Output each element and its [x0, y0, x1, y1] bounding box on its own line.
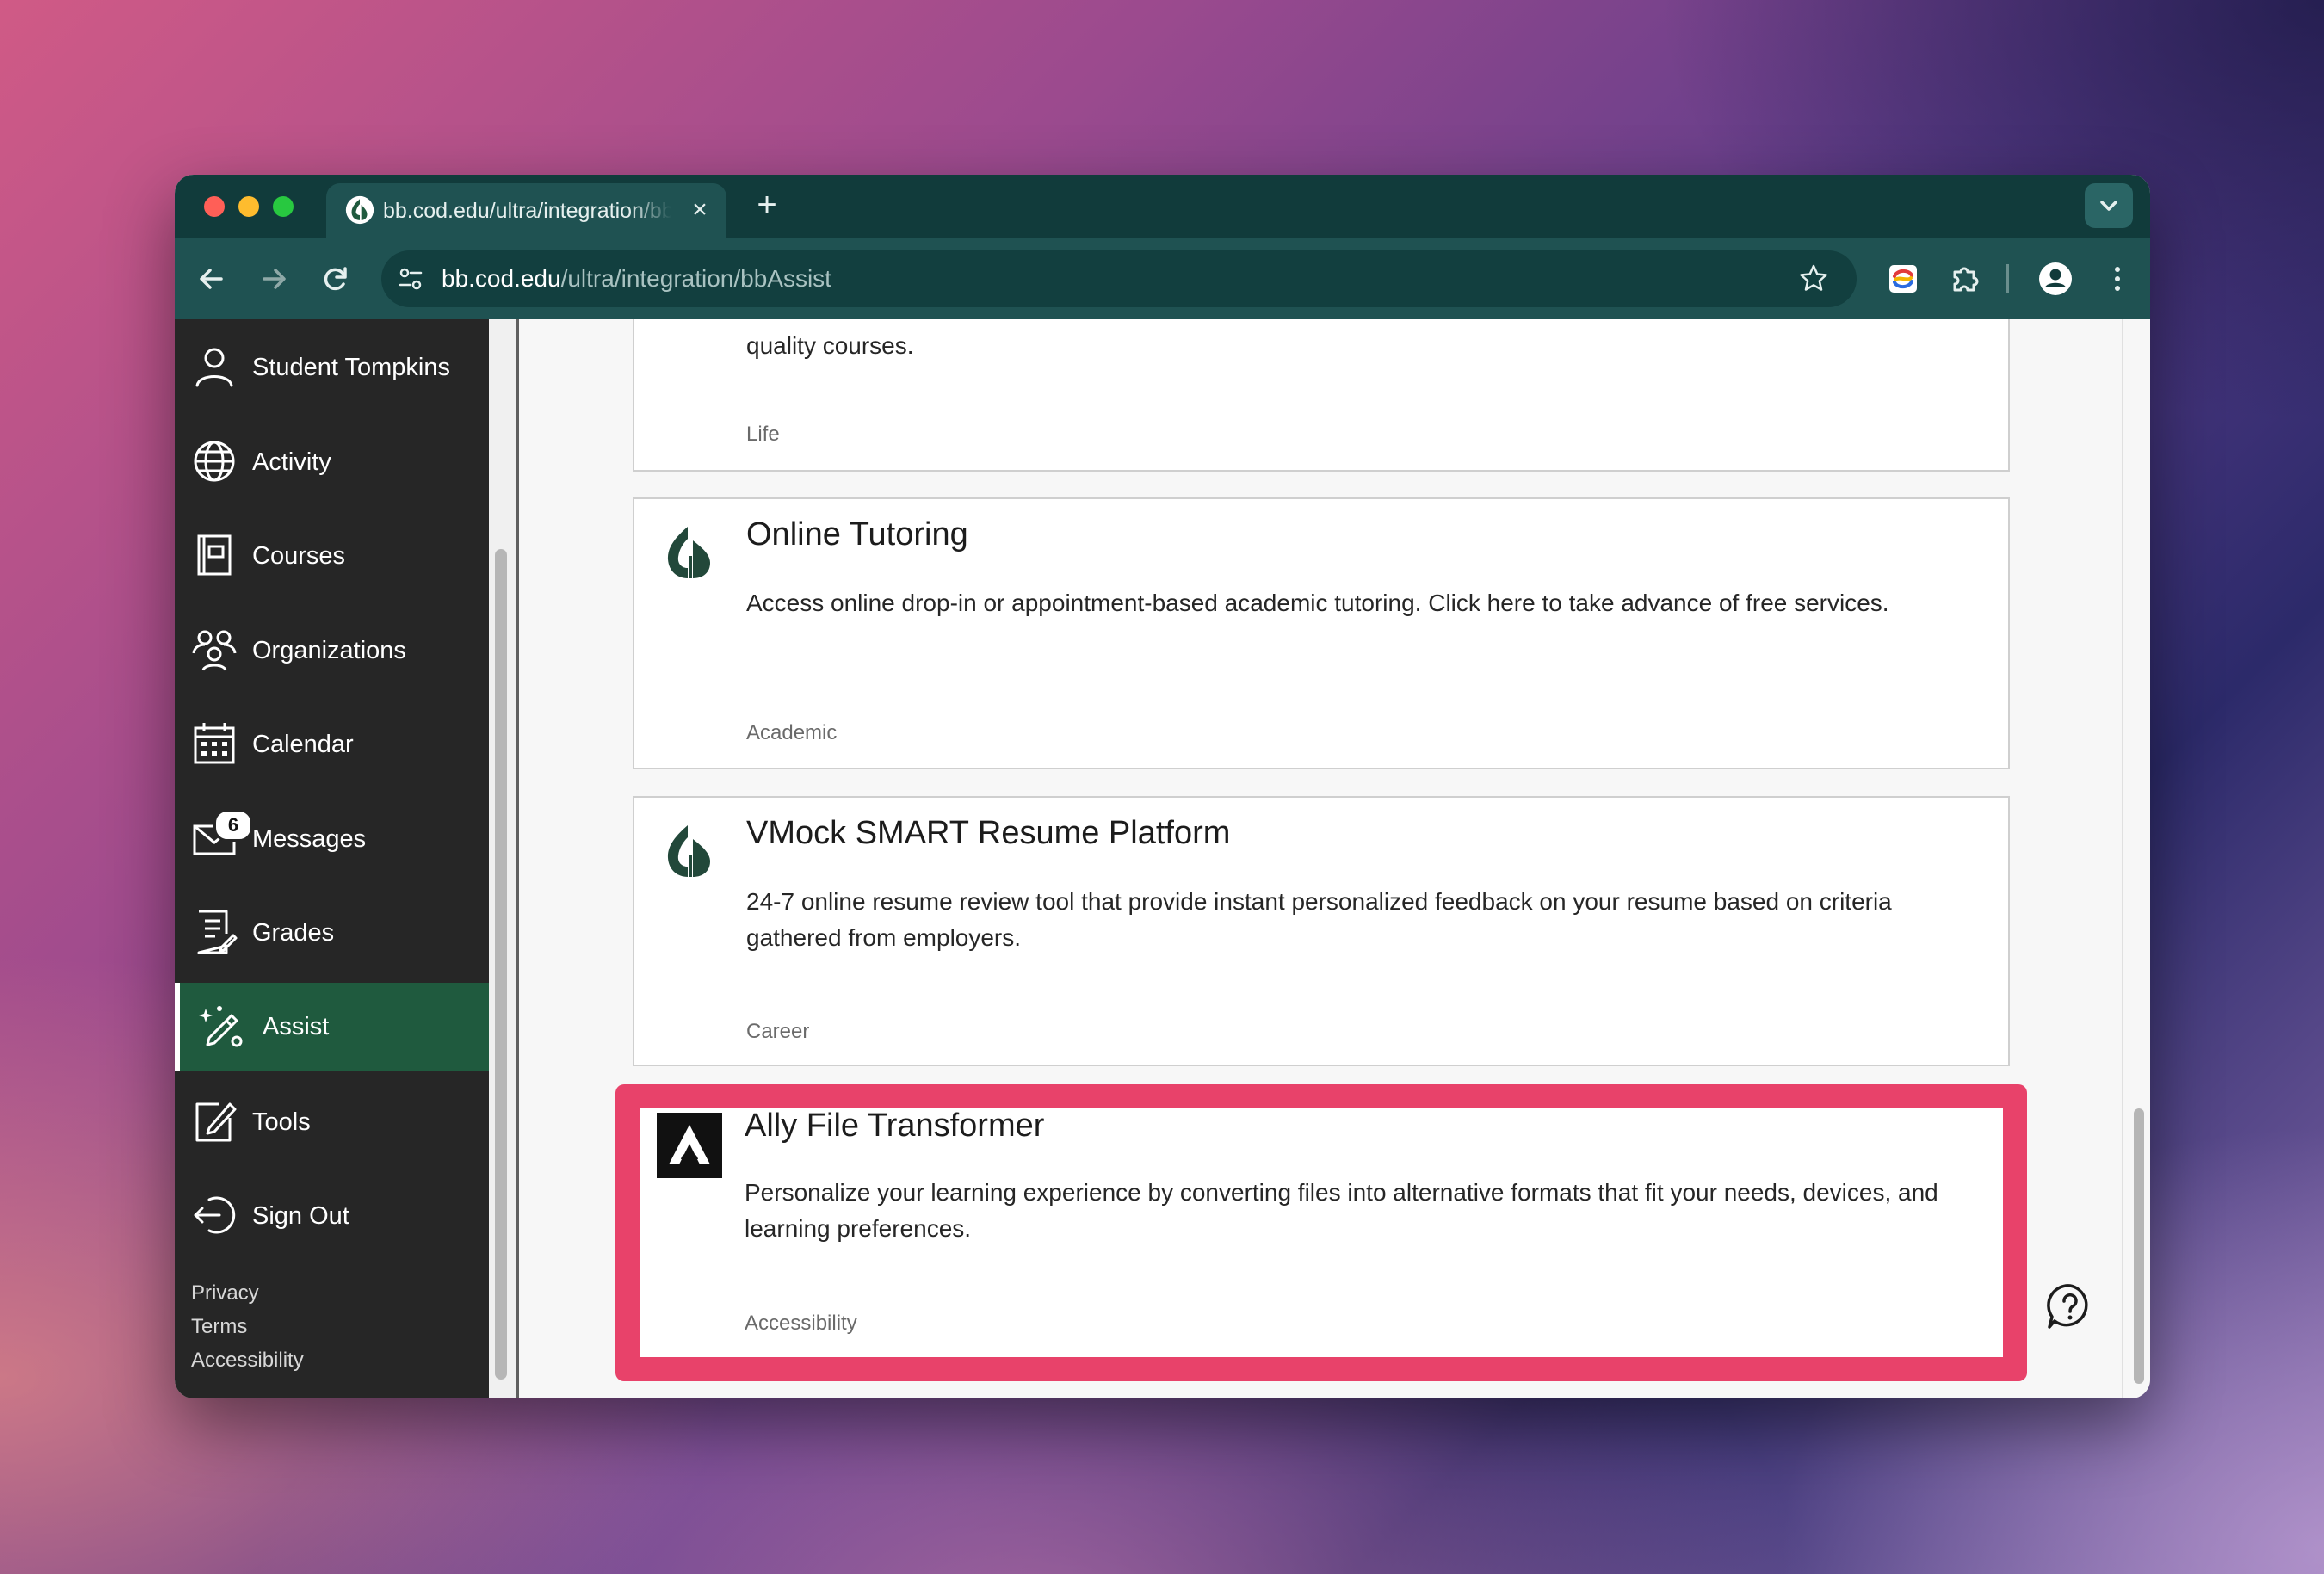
browser-window: bb.cod.edu/ultra/integration/bbAssist × … [175, 175, 2150, 1398]
browser-tab[interactable]: bb.cod.edu/ultra/integration/bbAssist × [326, 183, 726, 238]
nav-label: Messages [252, 825, 367, 853]
privacy-link[interactable]: Privacy [191, 1276, 304, 1310]
card-category: Academic [746, 721, 838, 744]
nav-label: Organizations [252, 637, 406, 664]
zoom-window-button[interactable] [273, 196, 294, 217]
nav-item-activity[interactable]: Activity [175, 418, 489, 506]
terms-link[interactable]: Terms [191, 1310, 304, 1343]
globe-icon [194, 441, 235, 482]
service-card[interactable]: quality courses. Life [633, 319, 2010, 472]
card-title[interactable]: Online Tutoring [746, 516, 968, 553]
nav-label: Sign Out [252, 1202, 349, 1230]
nav-item-sign-out[interactable]: Sign Out [175, 1172, 489, 1260]
nav-label: Assist [263, 1013, 330, 1040]
nav-item-messages[interactable]: 6 Messages [175, 795, 489, 883]
nav-label: Activity [252, 448, 331, 476]
nav-item-assist[interactable]: Assist [175, 983, 489, 1071]
close-window-button[interactable] [204, 196, 225, 217]
card-description: 24-7 online resume review tool that prov… [746, 888, 1892, 951]
url-text[interactable]: bb.cod.edu/ultra/integration/bbAssist [442, 250, 831, 307]
bookmark-star-icon[interactable] [1796, 262, 1831, 296]
address-bar[interactable]: bb.cod.edu/ultra/integration/bbAssist [381, 250, 1857, 307]
nav-label: Tools [252, 1108, 311, 1136]
reload-icon[interactable] [314, 257, 357, 300]
book-icon [197, 534, 232, 576]
kebab-menu-icon[interactable] [2096, 257, 2139, 300]
unread-count-badge: 6 [213, 809, 253, 842]
nav-item-courses[interactable]: Courses [175, 512, 489, 600]
calendar-icon [194, 723, 235, 764]
extensions-puzzle-icon[interactable] [1944, 257, 1987, 300]
user-icon [195, 348, 233, 387]
cod-favicon-icon [345, 195, 374, 225]
nav-item-profile[interactable]: Student Tompkins [175, 324, 489, 411]
browser-toolbar: bb.cod.edu/ultra/integration/bbAssist [175, 238, 2150, 319]
cod-logo-icon [667, 825, 710, 877]
sidebar-footer: Privacy Terms Accessibility [191, 1276, 304, 1377]
toolbar-divider [2006, 264, 2009, 293]
tab-close-button[interactable]: × [685, 195, 714, 225]
nav-label: Courses [252, 542, 345, 570]
new-tab-button[interactable]: + [748, 188, 786, 225]
nav-label: Student Tompkins [252, 354, 450, 381]
profile-avatar-icon[interactable] [2034, 257, 2077, 300]
service-card[interactable]: VMock SMART Resume Platform 24-7 online … [633, 796, 2010, 1066]
sidebar-scrollbar-thumb[interactable] [495, 549, 507, 1380]
tab-title: bb.cod.edu/ultra/integration/bbAssist [383, 199, 671, 223]
help-chat-icon[interactable] [2044, 1281, 2096, 1332]
nav-label: Grades [252, 919, 335, 947]
chevron-down-icon [2100, 201, 2117, 211]
card-title[interactable]: Ally File Transformer [745, 1108, 1044, 1145]
nav-label: Calendar [252, 731, 354, 758]
nav-item-grades[interactable]: Grades [175, 889, 489, 977]
main-scrollbar-thumb[interactable] [2134, 1108, 2144, 1384]
sign-out-icon [194, 1196, 236, 1234]
card-category: Accessibility [745, 1312, 857, 1335]
card-description: Personalize your learning experience by … [745, 1179, 1938, 1242]
nav-item-tools[interactable]: Tools [175, 1078, 489, 1166]
back-arrow-icon[interactable] [190, 257, 233, 300]
nav-item-calendar[interactable]: Calendar [175, 701, 489, 788]
ally-logo-icon [657, 1113, 722, 1178]
nav-item-organizations[interactable]: Organizations [175, 607, 489, 694]
tab-strip: bb.cod.edu/ultra/integration/bbAssist × … [175, 175, 2150, 238]
group-icon [192, 630, 237, 671]
card-category: Career [746, 1020, 810, 1043]
sidebar-nav: Student Tompkins Activity Courses Organi… [175, 319, 489, 1398]
site-settings-icon[interactable] [393, 262, 428, 296]
grades-icon [197, 910, 238, 954]
tools-icon [195, 1102, 237, 1142]
minimize-window-button[interactable] [238, 196, 259, 217]
tab-search-button[interactable] [2085, 183, 2133, 228]
cod-logo-icon [667, 527, 710, 578]
card-description: quality courses. [746, 332, 914, 359]
card-title[interactable]: VMock SMART Resume Platform [746, 815, 1230, 852]
service-card[interactable]: Ally File Transformer Personalize your l… [633, 1094, 2010, 1369]
service-card[interactable]: Online Tutoring Access online drop-in or… [633, 497, 2010, 769]
extension-swirl-icon[interactable] [1882, 257, 1925, 300]
accessibility-link[interactable]: Accessibility [191, 1343, 304, 1377]
card-category: Life [746, 423, 780, 446]
forward-arrow-icon[interactable] [252, 257, 295, 300]
card-description: Access online drop-in or appointment-bas… [746, 589, 1889, 616]
assist-icon [199, 1006, 243, 1047]
